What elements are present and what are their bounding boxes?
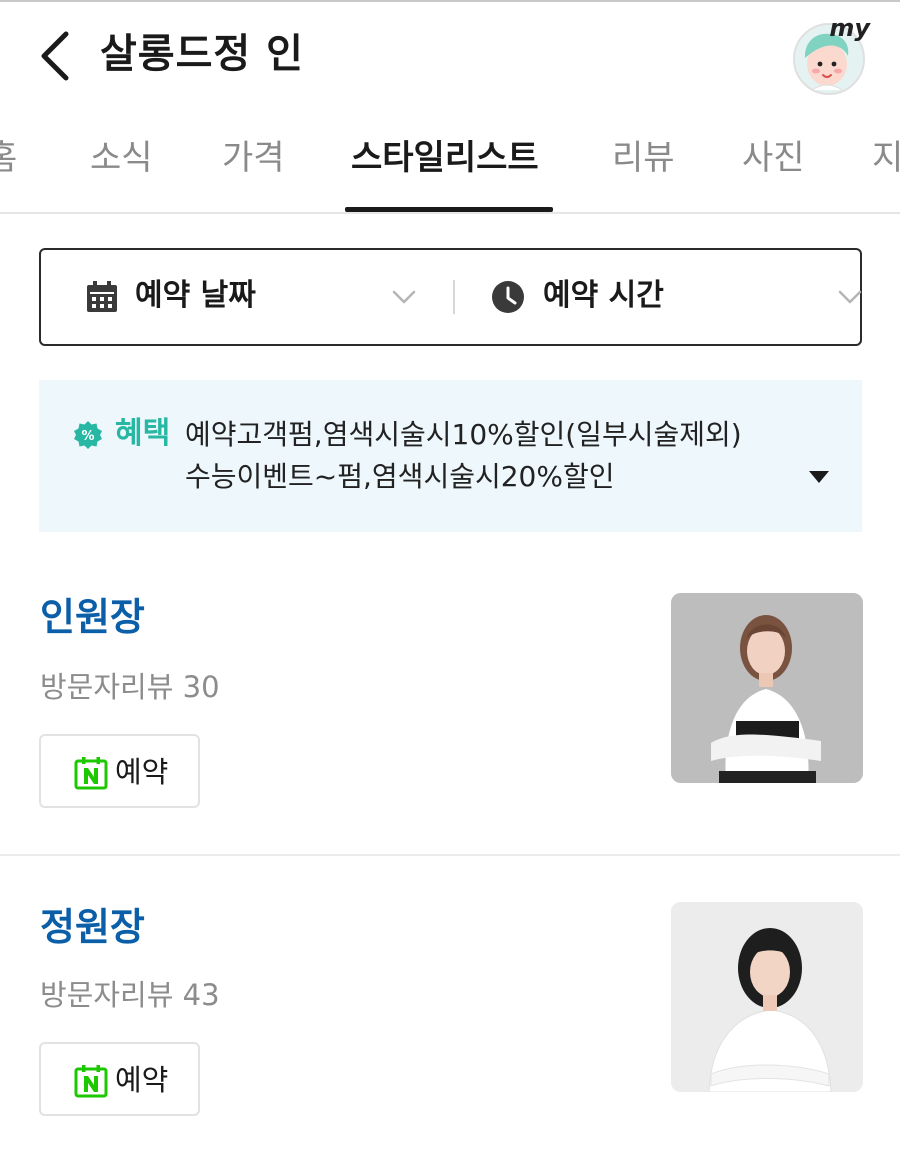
benefit-banner: % 혜택 예약고객펌,염색시술시10%할인(일부시술제외) 수능이벤트~펌,염색…: [39, 380, 862, 532]
reserve-button-label: 예약: [115, 1063, 169, 1097]
benefit-title: 혜택: [115, 416, 171, 451]
stylist-card[interactable]: 인원장 방문자리뷰 30 예약: [0, 560, 900, 856]
tab-bar: 홈 소식 가격 스타일리스트 리뷰 사진 지: [0, 118, 900, 214]
date-picker-label: 예약 날짜: [135, 278, 256, 313]
stylist-name[interactable]: 인원장: [40, 592, 145, 642]
stylist-review-count: 방문자리뷰 43: [40, 978, 220, 1012]
back-button[interactable]: [30, 28, 80, 84]
benefit-text-line-2: 수능이벤트~펌,염색시술시20%할인: [185, 460, 615, 493]
stylist-portrait-image: [671, 593, 863, 783]
active-tab-indicator: [345, 207, 553, 212]
tab-stylist[interactable]: 스타일리스트: [351, 136, 539, 180]
tab-price[interactable]: 가격: [222, 136, 285, 180]
header: 살롱드정 인 my: [0, 0, 900, 110]
tab-photo[interactable]: 사진: [742, 136, 805, 180]
tab-home[interactable]: 홈: [0, 136, 17, 180]
reserve-button[interactable]: 예약: [39, 734, 200, 808]
chevron-left-icon: [41, 31, 69, 81]
chevron-down-icon: [392, 290, 416, 304]
tab-location[interactable]: 지: [872, 136, 900, 180]
stylist-photo[interactable]: [671, 902, 863, 1092]
date-picker-button[interactable]: 예약 날짜: [41, 250, 451, 344]
naver-booking-icon: [74, 757, 108, 790]
svg-text:%: %: [81, 429, 94, 444]
naver-booking-icon: [74, 1065, 108, 1098]
time-picker-button[interactable]: 예약 시간: [453, 250, 863, 344]
stylist-card[interactable]: 정원장 방문자리뷰 43 예약: [0, 870, 900, 1154]
my-avatar-button[interactable]: my: [790, 14, 870, 96]
calendar-icon: [87, 281, 117, 312]
chevron-down-icon: [838, 290, 862, 304]
stylist-review-count: 방문자리뷰 30: [40, 670, 220, 704]
reservation-picker: 예약 날짜 예약 시간: [39, 248, 862, 346]
avatar-my-label: my: [829, 14, 870, 42]
stylist-portrait-image: [671, 902, 863, 1092]
stylist-name[interactable]: 정원장: [40, 902, 145, 952]
clock-icon: [492, 281, 524, 313]
expand-triangle-icon[interactable]: [807, 468, 831, 486]
page-title: 살롱드정 인: [100, 31, 304, 77]
time-picker-label: 예약 시간: [543, 278, 664, 313]
stylist-photo[interactable]: [671, 593, 863, 783]
reserve-button[interactable]: 예약: [39, 1042, 200, 1116]
reserve-button-label: 예약: [115, 755, 169, 789]
tab-review[interactable]: 리뷰: [612, 136, 675, 180]
discount-badge-icon: %: [74, 421, 102, 449]
tab-news[interactable]: 소식: [90, 136, 153, 180]
benefit-text-line-1: 예약고객펌,염색시술시10%할인(일부시술제외): [185, 418, 742, 451]
